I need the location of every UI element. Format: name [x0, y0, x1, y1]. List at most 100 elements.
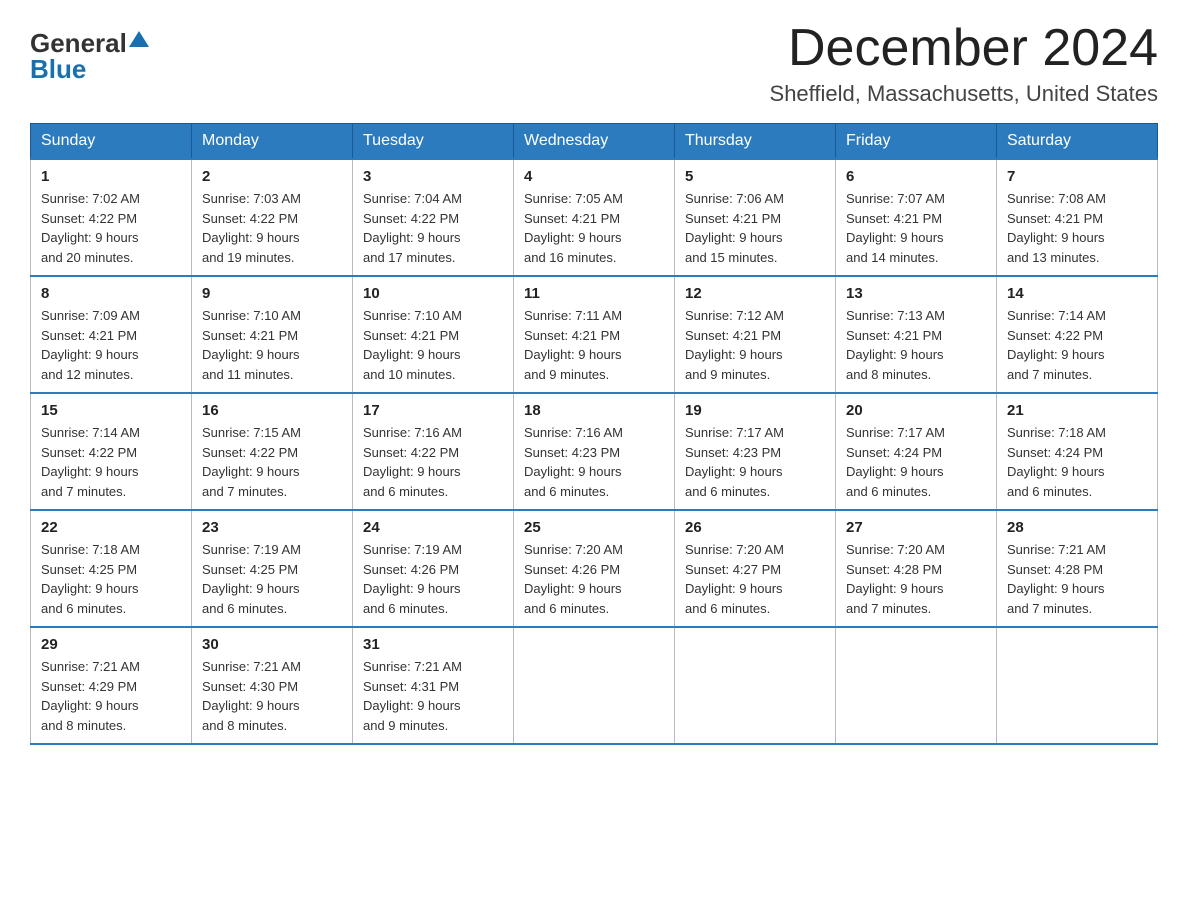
day-info: Sunrise: 7:11 AMSunset: 4:21 PMDaylight:… — [524, 306, 664, 384]
day-info: Sunrise: 7:19 AMSunset: 4:25 PMDaylight:… — [202, 540, 342, 618]
day-number: 17 — [363, 402, 503, 419]
day-info: Sunrise: 7:20 AMSunset: 4:27 PMDaylight:… — [685, 540, 825, 618]
calendar-cell: 21 Sunrise: 7:18 AMSunset: 4:24 PMDayligh… — [997, 393, 1158, 510]
week-row-2: 8Sunrise: 7:09 AMSunset: 4:21 PMDaylight… — [31, 276, 1158, 393]
header-monday: Monday — [192, 124, 353, 160]
calendar-cell — [836, 627, 997, 744]
day-number: 14 — [1007, 285, 1147, 302]
day-number: 6 — [846, 168, 986, 185]
week-row-4: 22 Sunrise: 7:18 AMSunset: 4:25 PMDayligh… — [31, 510, 1158, 627]
week-row-3: 15 Sunrise: 7:14 AMSunset: 4:22 PMDayligh… — [31, 393, 1158, 510]
logo-general: General — [30, 30, 127, 56]
day-info: Sunrise: 7:07 AMSunset: 4:21 PMDaylight:… — [846, 189, 986, 267]
day-info: Sunrise: 7:10 AMSunset: 4:21 PMDaylight:… — [202, 306, 342, 384]
day-number: 26 — [685, 519, 825, 536]
day-number: 5 — [685, 168, 825, 185]
day-info: Sunrise: 7:21 AMSunset: 4:31 PMDaylight:… — [363, 657, 503, 735]
logo-blue: Blue — [30, 56, 86, 82]
day-number: 22 — [41, 519, 181, 536]
logo-triangle-icon — [129, 31, 149, 47]
day-number: 9 — [202, 285, 342, 302]
calendar-cell: 20 Sunrise: 7:17 AMSunset: 4:24 PMDayligh… — [836, 393, 997, 510]
day-info: Sunrise: 7:15 AMSunset: 4:22 PMDaylight:… — [202, 423, 342, 501]
day-info: Sunrise: 7:16 AMSunset: 4:22 PMDaylight:… — [363, 423, 503, 501]
week-row-1: 1Sunrise: 7:02 AMSunset: 4:22 PMDaylight… — [31, 159, 1158, 276]
day-info: Sunrise: 7:20 AMSunset: 4:28 PMDaylight:… — [846, 540, 986, 618]
page-header: General Blue December 2024 Sheffield, Ma… — [30, 20, 1158, 107]
day-info: Sunrise: 7:21 AMSunset: 4:29 PMDaylight:… — [41, 657, 181, 735]
day-number: 25 — [524, 519, 664, 536]
header-sunday: Sunday — [31, 124, 192, 160]
location-subtitle: Sheffield, Massachusetts, United States — [770, 81, 1158, 107]
day-number: 8 — [41, 285, 181, 302]
calendar-cell: 26 Sunrise: 7:20 AMSunset: 4:27 PMDayligh… — [675, 510, 836, 627]
calendar-cell: 9 Sunrise: 7:10 AMSunset: 4:21 PMDaylight… — [192, 276, 353, 393]
calendar-cell: 31Sunrise: 7:21 AMSunset: 4:31 PMDayligh… — [353, 627, 514, 744]
calendar-cell: 12 Sunrise: 7:12 AMSunset: 4:21 PMDayligh… — [675, 276, 836, 393]
day-info: Sunrise: 7:18 AMSunset: 4:25 PMDaylight:… — [41, 540, 181, 618]
header-saturday: Saturday — [997, 124, 1158, 160]
calendar-cell: 17 Sunrise: 7:16 AMSunset: 4:22 PMDayligh… — [353, 393, 514, 510]
day-info: Sunrise: 7:20 AMSunset: 4:26 PMDaylight:… — [524, 540, 664, 618]
calendar-cell: 2 Sunrise: 7:03 AMSunset: 4:22 PMDaylight… — [192, 159, 353, 276]
calendar-cell: 24 Sunrise: 7:19 AMSunset: 4:26 PMDayligh… — [353, 510, 514, 627]
header-friday: Friday — [836, 124, 997, 160]
header-tuesday: Tuesday — [353, 124, 514, 160]
day-number: 27 — [846, 519, 986, 536]
day-info: Sunrise: 7:02 AMSunset: 4:22 PMDaylight:… — [41, 189, 181, 267]
day-info: Sunrise: 7:08 AMSunset: 4:21 PMDaylight:… — [1007, 189, 1147, 267]
day-info: Sunrise: 7:05 AMSunset: 4:21 PMDaylight:… — [524, 189, 664, 267]
day-info: Sunrise: 7:14 AMSunset: 4:22 PMDaylight:… — [41, 423, 181, 501]
calendar-cell: 23 Sunrise: 7:19 AMSunset: 4:25 PMDayligh… — [192, 510, 353, 627]
month-year-title: December 2024 — [770, 20, 1158, 77]
day-info: Sunrise: 7:06 AMSunset: 4:21 PMDaylight:… — [685, 189, 825, 267]
day-info: Sunrise: 7:19 AMSunset: 4:26 PMDaylight:… — [363, 540, 503, 618]
day-info: Sunrise: 7:18 AMSunset: 4:24 PMDaylight:… — [1007, 423, 1147, 501]
day-info: Sunrise: 7:21 AMSunset: 4:30 PMDaylight:… — [202, 657, 342, 735]
day-number: 29 — [41, 636, 181, 653]
day-number: 30 — [202, 636, 342, 653]
day-info: Sunrise: 7:17 AMSunset: 4:24 PMDaylight:… — [846, 423, 986, 501]
calendar-cell: 16 Sunrise: 7:15 AMSunset: 4:22 PMDayligh… — [192, 393, 353, 510]
day-info: Sunrise: 7:10 AMSunset: 4:21 PMDaylight:… — [363, 306, 503, 384]
day-number: 18 — [524, 402, 664, 419]
day-info: Sunrise: 7:12 AMSunset: 4:21 PMDaylight:… — [685, 306, 825, 384]
calendar-cell: 10Sunrise: 7:10 AMSunset: 4:21 PMDayligh… — [353, 276, 514, 393]
day-number: 12 — [685, 285, 825, 302]
header-thursday: Thursday — [675, 124, 836, 160]
calendar-cell: 22 Sunrise: 7:18 AMSunset: 4:25 PMDayligh… — [31, 510, 192, 627]
day-number: 20 — [846, 402, 986, 419]
day-info: Sunrise: 7:03 AMSunset: 4:22 PMDaylight:… — [202, 189, 342, 267]
week-row-5: 29 Sunrise: 7:21 AMSunset: 4:29 PMDayligh… — [31, 627, 1158, 744]
calendar-cell: 19 Sunrise: 7:17 AMSunset: 4:23 PMDayligh… — [675, 393, 836, 510]
title-area: December 2024 Sheffield, Massachusetts, … — [770, 20, 1158, 107]
day-number: 15 — [41, 402, 181, 419]
calendar-cell: 30 Sunrise: 7:21 AMSunset: 4:30 PMDayligh… — [192, 627, 353, 744]
day-info: Sunrise: 7:14 AMSunset: 4:22 PMDaylight:… — [1007, 306, 1147, 384]
day-number: 2 — [202, 168, 342, 185]
calendar-cell: 8Sunrise: 7:09 AMSunset: 4:21 PMDaylight… — [31, 276, 192, 393]
calendar-cell: 3Sunrise: 7:04 AMSunset: 4:22 PMDaylight… — [353, 159, 514, 276]
calendar-table: SundayMondayTuesdayWednesdayThursdayFrid… — [30, 123, 1158, 745]
calendar-cell: 7 Sunrise: 7:08 AMSunset: 4:21 PMDaylight… — [997, 159, 1158, 276]
day-number: 23 — [202, 519, 342, 536]
calendar-header-row: SundayMondayTuesdayWednesdayThursdayFrid… — [31, 124, 1158, 160]
day-number: 7 — [1007, 168, 1147, 185]
day-number: 16 — [202, 402, 342, 419]
day-number: 4 — [524, 168, 664, 185]
day-number: 19 — [685, 402, 825, 419]
calendar-cell — [997, 627, 1158, 744]
day-number: 21 — [1007, 402, 1147, 419]
day-number: 13 — [846, 285, 986, 302]
calendar-cell: 11 Sunrise: 7:11 AMSunset: 4:21 PMDayligh… — [514, 276, 675, 393]
calendar-cell: 4 Sunrise: 7:05 AMSunset: 4:21 PMDaylight… — [514, 159, 675, 276]
calendar-cell: 13Sunrise: 7:13 AMSunset: 4:21 PMDayligh… — [836, 276, 997, 393]
calendar-cell: 6 Sunrise: 7:07 AMSunset: 4:21 PMDaylight… — [836, 159, 997, 276]
header-wednesday: Wednesday — [514, 124, 675, 160]
day-number: 3 — [363, 168, 503, 185]
day-number: 24 — [363, 519, 503, 536]
day-info: Sunrise: 7:16 AMSunset: 4:23 PMDaylight:… — [524, 423, 664, 501]
calendar-cell: 1Sunrise: 7:02 AMSunset: 4:22 PMDaylight… — [31, 159, 192, 276]
day-info: Sunrise: 7:17 AMSunset: 4:23 PMDaylight:… — [685, 423, 825, 501]
day-number: 11 — [524, 285, 664, 302]
